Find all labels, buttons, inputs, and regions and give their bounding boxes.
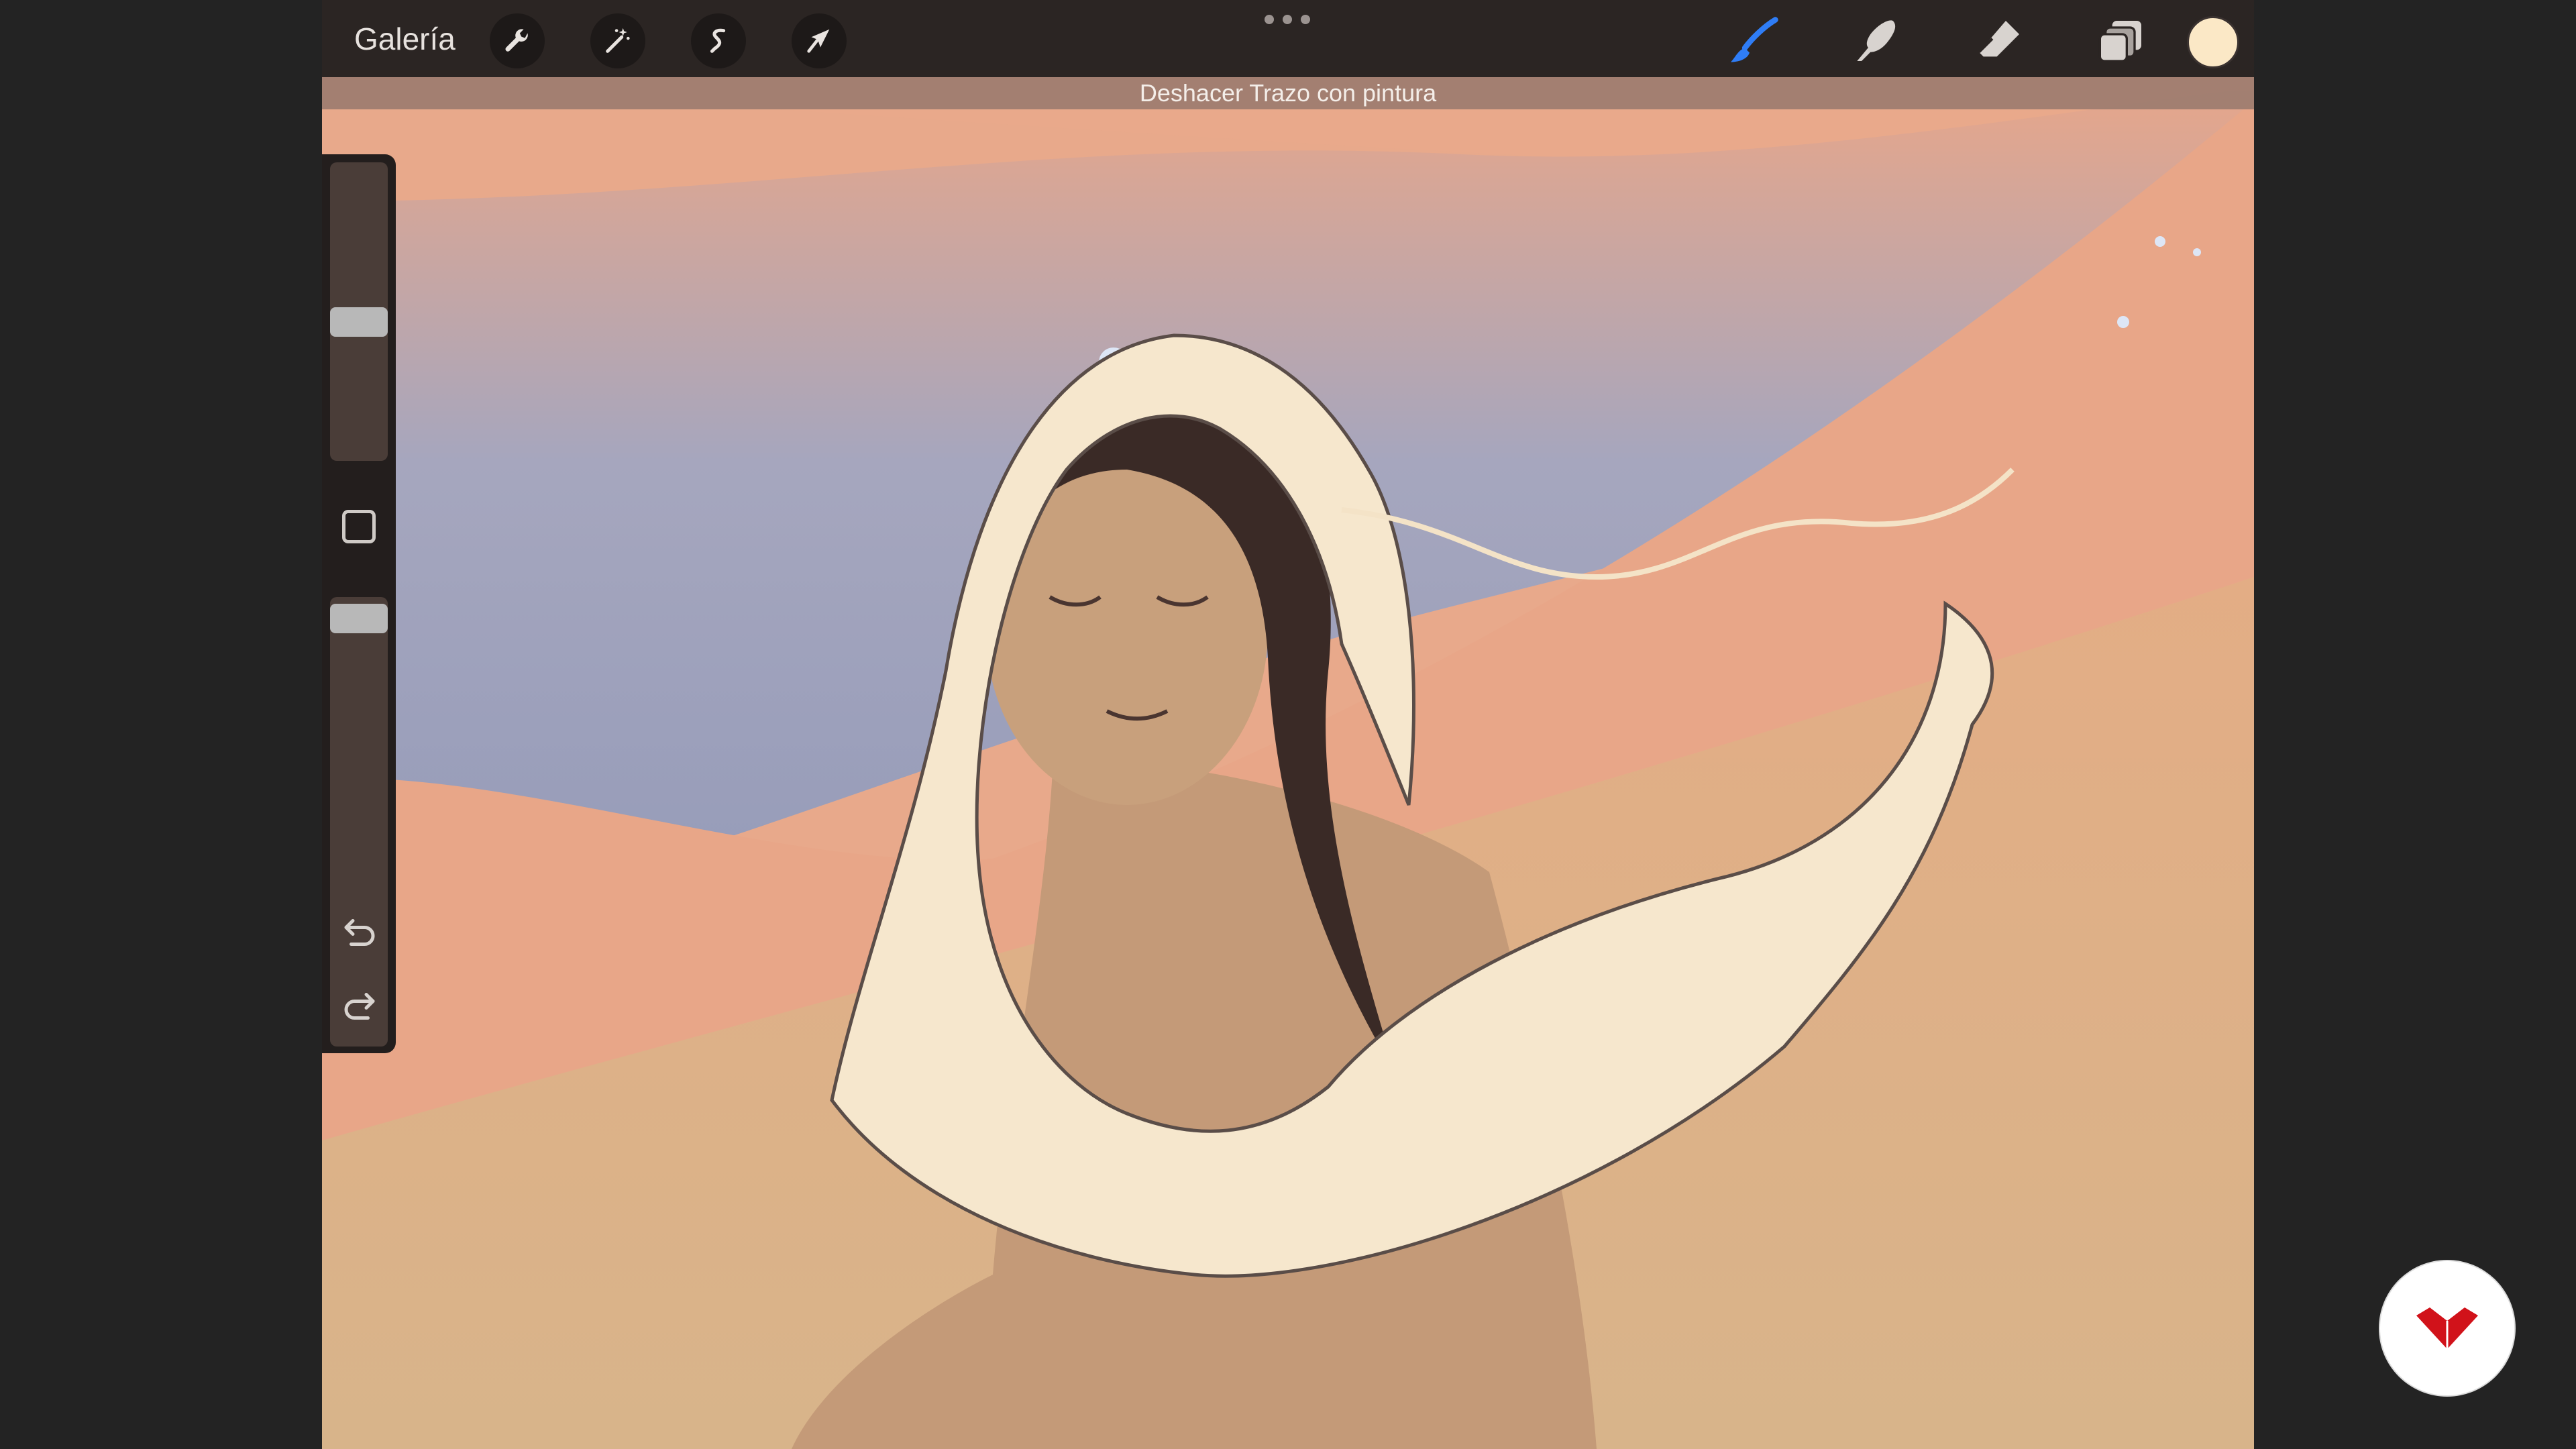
redo-icon[interactable] <box>339 986 380 1026</box>
layers-icon <box>2098 21 2141 62</box>
smudge-tool-button[interactable] <box>1845 11 1905 71</box>
gallery-button[interactable]: Galería <box>354 19 455 59</box>
eraser-icon <box>1978 21 2019 57</box>
undo-notification: Deshacer Trazo con pintura <box>322 77 2254 109</box>
transform-arrow-icon <box>807 29 830 53</box>
layers-button[interactable] <box>2091 11 2151 71</box>
channel-logo-badge[interactable] <box>2380 1261 2514 1395</box>
dot-icon <box>1301 15 1310 24</box>
color-picker-button[interactable] <box>2187 16 2239 68</box>
opacity-thumb[interactable] <box>330 604 388 633</box>
brush-tool-button[interactable] <box>1724 11 1784 71</box>
top-toolbar: Galería <box>322 0 2254 77</box>
adjustments-button[interactable] <box>590 13 645 68</box>
transform-button[interactable] <box>792 13 847 68</box>
procreate-app: Galería Deshacer Trazo con pintura <box>322 0 2254 1449</box>
brush-icon <box>1731 17 1778 62</box>
drawing-canvas[interactable] <box>322 0 2254 1449</box>
dot-icon <box>1283 15 1292 24</box>
brush-size-thumb[interactable] <box>330 307 388 337</box>
selection-icon <box>710 28 726 53</box>
actions-button[interactable] <box>490 13 545 68</box>
smudge-icon <box>1857 20 1896 61</box>
modify-square-icon[interactable] <box>342 510 376 543</box>
logo-mark-icon <box>2416 1307 2478 1349</box>
dot-icon <box>1265 15 1274 24</box>
left-sidebar <box>322 154 396 1053</box>
undo-icon[interactable] <box>339 912 380 953</box>
opacity-slider[interactable] <box>330 597 388 1046</box>
magic-wand-icon <box>606 28 630 53</box>
eraser-tool-button[interactable] <box>1969 11 2029 71</box>
more-options-button[interactable] <box>1265 15 1310 25</box>
selection-button[interactable] <box>691 13 746 68</box>
wrench-icon <box>505 29 528 52</box>
